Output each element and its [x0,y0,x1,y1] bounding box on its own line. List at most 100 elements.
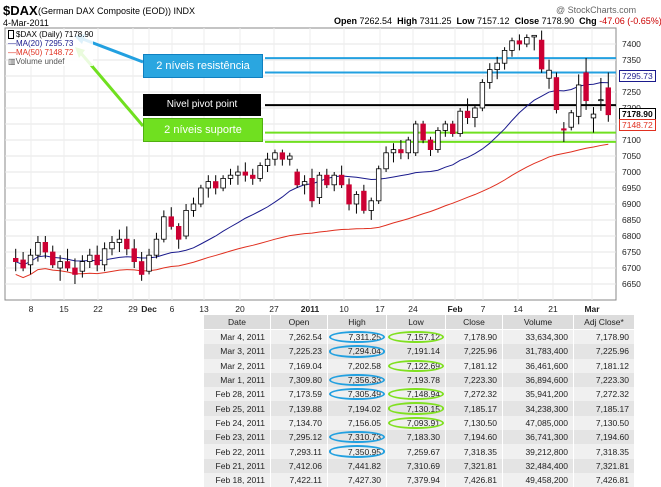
table-cell: Feb 24, 2011 [203,415,271,431]
exchange-label: INDX [173,6,196,16]
table-cell: 7,321.81 [445,458,503,473]
x-tick-label: 14 [513,304,523,314]
price-tag-ma50: 7148.72 [619,119,656,131]
y-tick-label: 7250 [622,87,641,97]
cell-value: Feb 23, 2011 [215,432,265,443]
candle-body [398,149,404,154]
cell-value: 7,193.78 [406,375,440,386]
candle-body [494,62,500,71]
table-cell: 31,783,400 [502,344,574,359]
candle-body [101,248,108,266]
table-cell: 7,178.90 [573,329,635,345]
cell-value: 7,310.69 [406,460,440,471]
brand-watermark: @ StockCharts.com [556,5,637,15]
candle-body [87,254,93,262]
table-cell: 7,181.12 [445,358,503,373]
highlight-ring [329,445,385,458]
table-cell: 32,484,400 [502,458,574,473]
cell-value: 7,272.32 [463,389,497,400]
cell-value: 7,130.50 [595,417,629,428]
table-cell: 7,181.12 [573,358,635,373]
y-tick-label: 7400 [622,39,641,49]
high-value: 7311.25 [419,16,452,26]
candle-body [538,39,545,70]
table-row: Mar 1, 2011 7,309.80 7,356.33 7,193.78 7,223… [203,372,635,388]
table-cell: 7,225.96 [445,344,503,359]
y-tick-label: 7000 [622,167,641,177]
cell-value: Feb 25, 2011 [215,403,265,414]
candle-body [287,155,293,160]
cell-value: Feb 22, 2011 [215,446,265,457]
table-cell: 7,139.88 [270,401,328,416]
candle-body [257,165,263,179]
cell-value: 7,130.50 [463,417,497,428]
candle-body [390,149,397,154]
x-tick-label: 2011 [301,304,320,314]
cell-value: 7,426.81 [463,475,497,486]
candle-body [79,261,86,272]
candle-body [420,123,426,141]
x-tick-label: Feb [447,304,462,314]
cell-value: 34,238,300 [525,403,568,414]
y-tick-label: 7100 [622,135,641,145]
candle-body [605,87,611,116]
cell-value: 7,173.59 [288,389,322,400]
cell-value: 7,309.80 [288,375,322,386]
table-cell: 7,183.30 [386,430,446,445]
cell-value: 7,181.12 [595,360,629,371]
y-tick-label: 6750 [622,247,641,257]
col-low: Low [386,314,446,330]
legend-ma50: —MA(50) 7148.72 [8,48,93,57]
table-row: Mar 3, 2011 7,225.23 7,294.04 7,191.14 7,225… [203,344,635,359]
candle-body [464,110,471,118]
table-cell: 7,223.30 [573,372,635,388]
table-cell: 7,318.35 [573,444,635,459]
cell-value: 35,941,200 [525,389,568,400]
cell-value: Feb 18, 2011 [215,475,265,486]
candle-body [561,128,567,131]
legend-price-text: $DAX (Daily) 7178.90 [16,30,94,39]
candle-body [442,123,449,131]
y-tick-label: 6800 [622,231,641,241]
candle-body [531,34,537,38]
candle-body [190,203,197,211]
table-cell: 7,225.96 [573,344,635,359]
candle-body [427,139,434,150]
candle-body [242,171,249,176]
candle-body [316,174,323,198]
legend-ma20-text: MA(20) 7295.73 [16,39,74,49]
table-cell: 7,178.90 [445,329,503,345]
col-volume: Volume [502,314,574,330]
cell-value: 31,783,400 [525,346,568,357]
table-cell: 7,272.32 [573,387,635,402]
candle-body [450,123,456,134]
table-cell: 7,305.49 [327,387,387,402]
cell-value: 7,134.70 [288,417,322,428]
cell-value: 7,185.17 [463,403,497,414]
candle-body [516,40,523,45]
candle-body [346,184,352,205]
table-cell: 7,259.67 [386,444,446,459]
col-adj-close: Adj Close* [573,314,635,330]
symbol-description: (German DAX Composite (EOD)) [38,6,172,16]
candle-body [153,238,160,256]
candle-legend-icon [8,30,14,40]
table-cell: 35,941,200 [502,387,574,402]
high-label: High [397,16,418,26]
candle-body [383,152,389,170]
chart-date: 4-Mar-2011 [3,18,49,28]
cell-value: 7,139.88 [288,403,322,414]
table-cell: 7,185.17 [445,401,503,416]
candle-body [375,168,382,202]
legend-ma20: —MA(20) 7295.73 [8,39,93,48]
table-cell: 47,085,000 [502,415,574,431]
table-cell: 7,122.69 [386,358,446,373]
table-cell: 7,173.59 [270,387,328,402]
legend-volume-text: Volume undef [15,57,65,67]
candle-body [227,174,234,179]
table-cell: 7,185.17 [573,401,635,416]
candle-body [116,238,123,243]
candle-body [94,254,100,266]
table-cell: 7,130.50 [573,415,635,431]
y-tick-label: 7050 [622,151,641,161]
